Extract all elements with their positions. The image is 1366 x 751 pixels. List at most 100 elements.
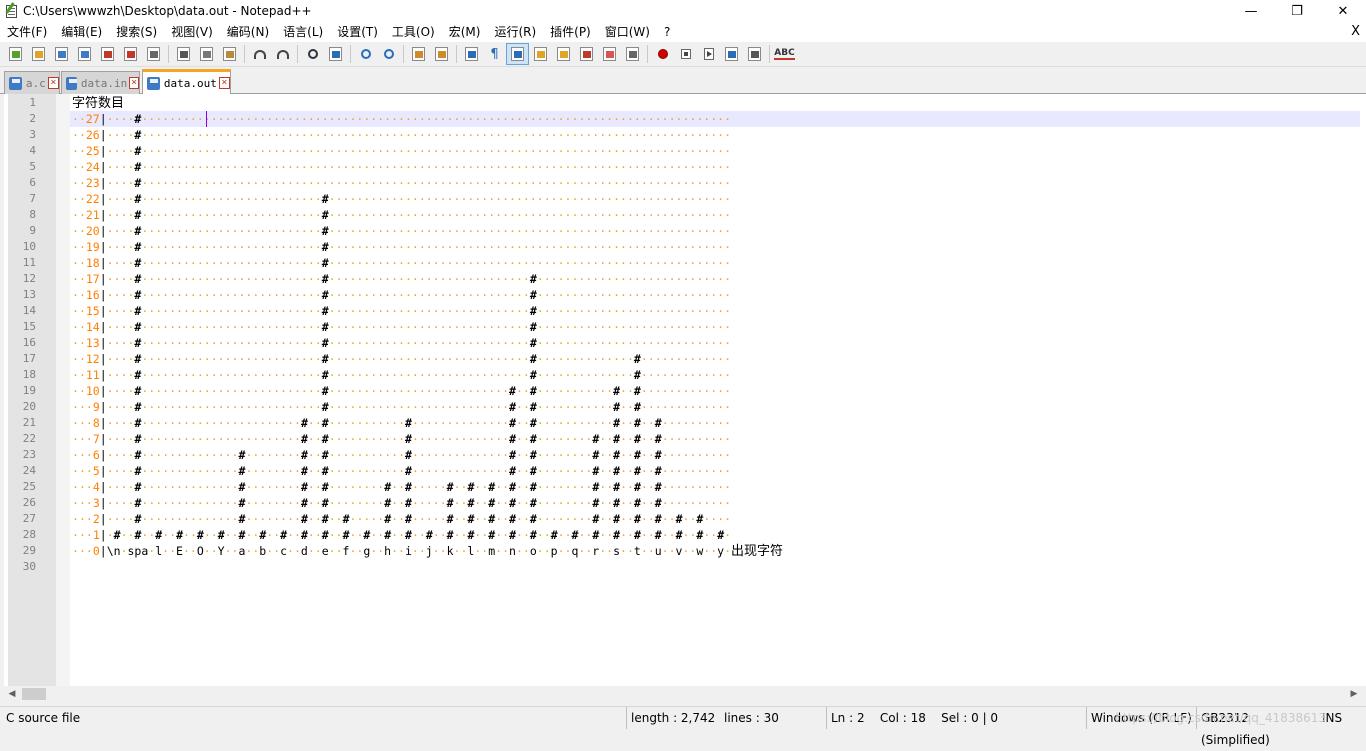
record-macro-button[interactable] (651, 43, 674, 65)
menu-file[interactable]: 文件(F) (0, 22, 54, 42)
doc-map-button[interactable] (552, 43, 575, 65)
fold-margin (56, 94, 70, 686)
scroll-right-icon[interactable]: ▶ (1346, 686, 1362, 702)
menu-tools[interactable]: 工具(O) (385, 22, 442, 42)
stop-macro-button[interactable] (674, 43, 697, 65)
minimize-button[interactable]: — (1228, 0, 1274, 22)
toolbar-separator (403, 45, 404, 63)
axis-label: n (509, 544, 516, 558)
close-all-button[interactable] (119, 43, 142, 65)
cut-button[interactable] (172, 43, 195, 65)
histogram-row: ···5|····#··············#········#··#···… (72, 464, 732, 478)
zoom-in-button[interactable] (354, 43, 377, 65)
close-window-button[interactable]: ✕ (1320, 0, 1366, 22)
word-wrap-button[interactable] (460, 43, 483, 65)
line-number: 15 (22, 320, 36, 333)
spell-check-button[interactable]: ABC (773, 43, 796, 65)
new-button[interactable] (4, 43, 27, 65)
axis-label: t (633, 544, 641, 558)
save-all-button[interactable] (73, 43, 96, 65)
menu-window[interactable]: 窗口(W) (598, 22, 657, 42)
close-tab-icon[interactable]: × (129, 77, 139, 89)
scrollbar-thumb[interactable] (22, 688, 46, 700)
axis-label: Y (217, 544, 225, 558)
menu-view[interactable]: 视图(V) (164, 22, 220, 42)
find-button[interactable] (301, 43, 324, 65)
histogram-row: ···6|····#··············#········#··#···… (72, 448, 732, 462)
folder-workspace-icon (603, 47, 616, 61)
close-tab-icon[interactable]: × (218, 77, 230, 89)
horizontal-scrollbar[interactable]: ◀ ▶ (4, 686, 1362, 702)
save-macro-button[interactable] (743, 43, 766, 65)
text-caret (206, 111, 207, 127)
menu-encoding[interactable]: 编码(N) (220, 22, 276, 42)
histogram-row: ··26|····#······························… (72, 128, 732, 142)
text-area[interactable]: 字符数目 ··27|····#··························… (72, 94, 1360, 686)
redo-button[interactable] (271, 43, 294, 65)
menu-macro[interactable]: 宏(M) (442, 22, 488, 42)
print-button[interactable] (142, 43, 165, 65)
histogram-row: ··12|····#··························#···… (72, 352, 732, 366)
toolbar-separator (456, 45, 457, 63)
run-macro-multiple-button[interactable] (720, 43, 743, 65)
maximize-button[interactable]: ❐ (1274, 0, 1320, 22)
line-number: 20 (22, 400, 36, 413)
zoom-out-button[interactable] (377, 43, 400, 65)
udl-icon (534, 47, 547, 61)
toolbar-separator (244, 45, 245, 63)
status-bar: C source file length : 2,742 lines : 30 … (0, 706, 1366, 747)
histogram-row: ··11|····#··························#···… (72, 368, 732, 382)
udl-button[interactable] (529, 43, 552, 65)
folder-workspace-button[interactable] (598, 43, 621, 65)
show-all-chars-button[interactable]: ¶ (483, 43, 506, 65)
close-document-button[interactable]: X (1351, 22, 1360, 42)
histogram-row: ··27|····#······························… (72, 112, 732, 126)
indent-guide-button[interactable] (506, 43, 529, 65)
close-tab-icon[interactable]: × (47, 77, 59, 89)
histogram-row: ···2|····#··············#········#··#··#… (72, 512, 732, 526)
axis-label: s (613, 544, 621, 558)
toolbar-separator (350, 45, 351, 63)
tab-data-out[interactable]: data.out × (142, 69, 231, 94)
status-position: Ln : 2 Col : 18 Sel : 0 | 0 (826, 707, 1084, 729)
undo-button[interactable] (248, 43, 271, 65)
monitor-button[interactable] (621, 43, 644, 65)
tab-a-c[interactable]: a.c × (4, 71, 60, 94)
menu-search[interactable]: 搜索(S) (109, 22, 164, 42)
open-button[interactable] (27, 43, 50, 65)
editor[interactable]: 1 2 3 4 5 6 7 8 9 10 11 12 13 14 15 16 17 18 19 20 21 22 23 24 2… (0, 94, 1366, 686)
tab-bar: a.c × data.in × data.out × (0, 68, 1366, 94)
menu-settings[interactable]: 设置(T) (330, 22, 385, 42)
line-number: 25 (22, 480, 36, 493)
menu-run[interactable]: 运行(R) (487, 22, 543, 42)
menu-plugins[interactable]: 插件(P) (543, 22, 598, 42)
paste-button[interactable] (218, 43, 241, 65)
menu-edit[interactable]: 编辑(E) (54, 22, 109, 42)
copy-button[interactable] (195, 43, 218, 65)
replace-button[interactable] (324, 43, 347, 65)
histogram-row: ··20|····#··························#···… (72, 224, 732, 238)
indent-guide-icon (511, 47, 524, 61)
tab-data-in[interactable]: data.in × (61, 71, 140, 94)
sync-v-button[interactable] (407, 43, 430, 65)
histogram-row: ··17|····#··························#···… (72, 272, 732, 286)
menu-help[interactable]: ? (657, 22, 677, 42)
open-icon (32, 47, 45, 61)
axis-row: ···0|\n·spa·l··E··O··Y··a··b··c··d··e··f… (72, 544, 784, 559)
header-text: 字符数目 (72, 96, 125, 111)
play-macro-button[interactable] (697, 43, 720, 65)
histogram-row: ··16|····#··························#···… (72, 288, 732, 302)
line-number: 18 (22, 368, 36, 381)
function-list-button[interactable] (575, 43, 598, 65)
toolbar-separator (647, 45, 648, 63)
toolbar-separator (297, 45, 298, 63)
spell-check-icon: ABC (774, 48, 795, 60)
save-button[interactable] (50, 43, 73, 65)
line-number: 17 (22, 352, 36, 365)
monitor-icon (626, 47, 639, 61)
paste-icon (223, 47, 236, 61)
sync-h-button[interactable] (430, 43, 453, 65)
scroll-left-icon[interactable]: ◀ (4, 686, 20, 702)
menu-language[interactable]: 语言(L) (276, 22, 330, 42)
close-button[interactable] (96, 43, 119, 65)
